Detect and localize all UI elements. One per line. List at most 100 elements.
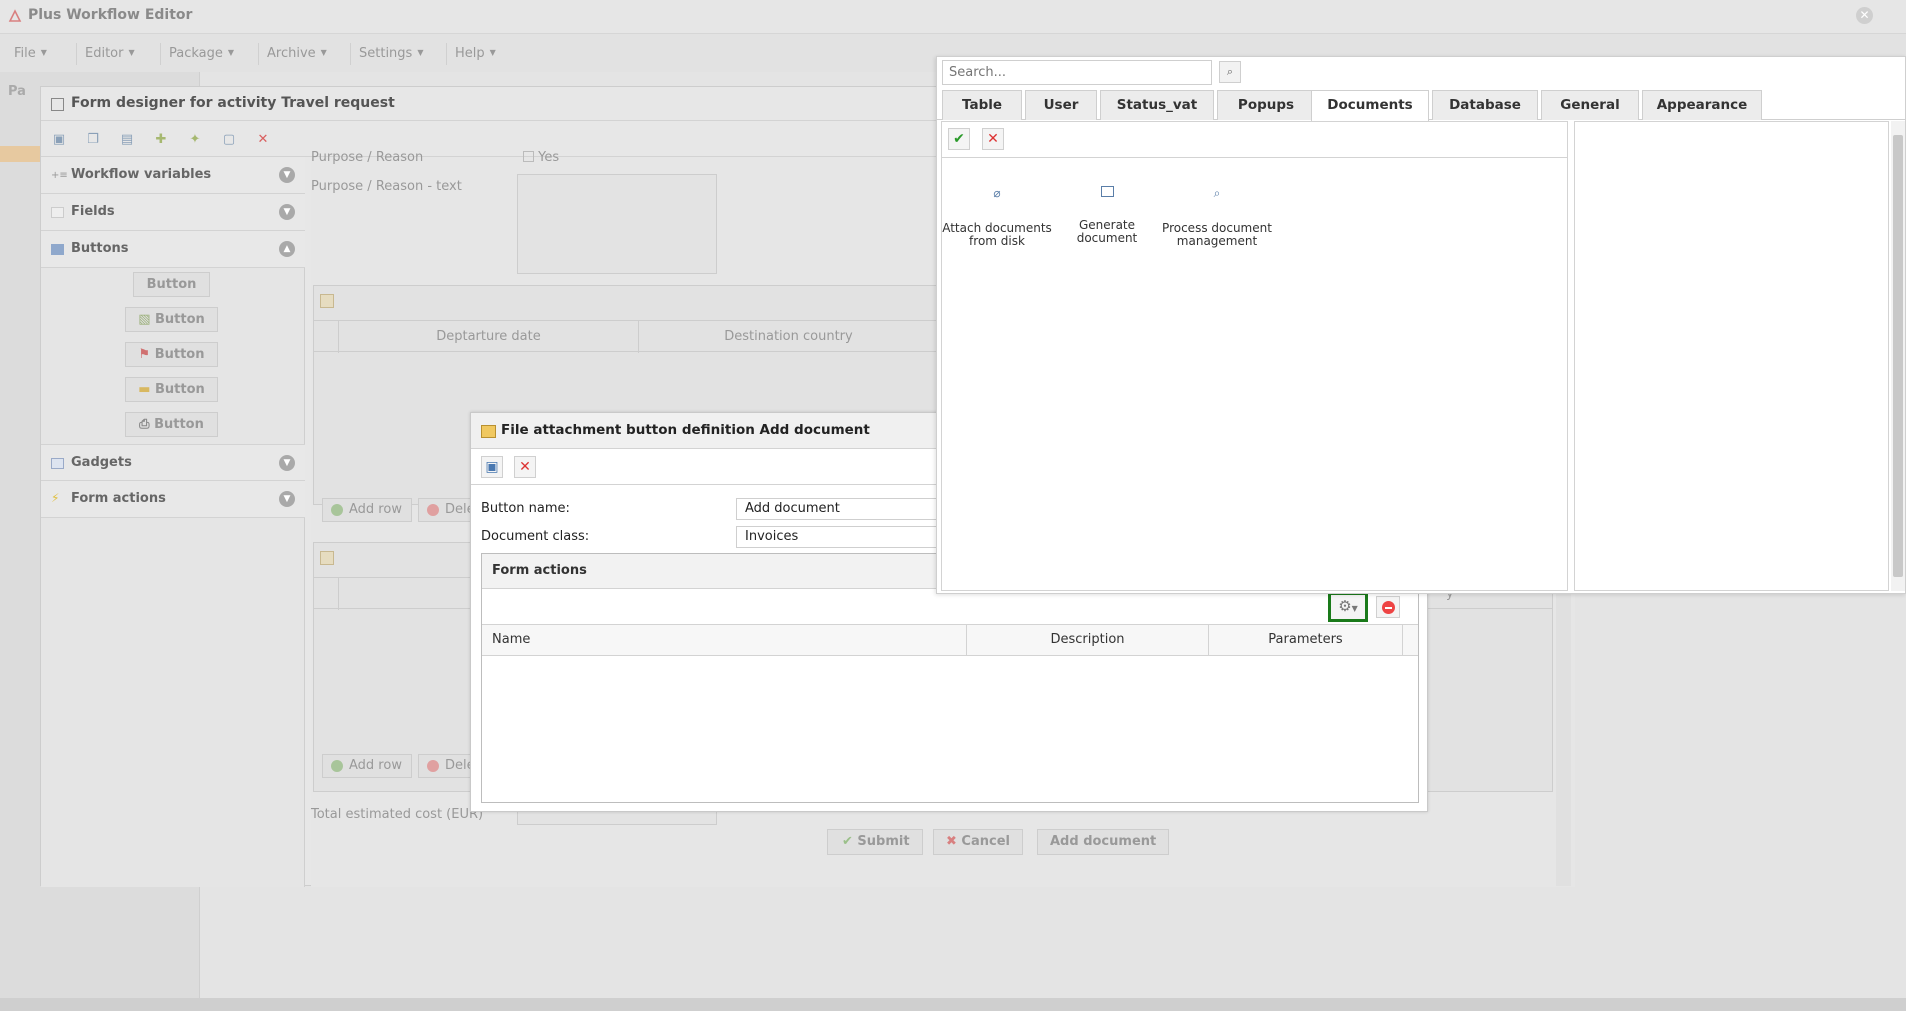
chevron-up-icon: ▲ (279, 241, 295, 257)
submit-button[interactable]: ✔ Submit (827, 829, 923, 855)
app-title: Plus Workflow Editor (28, 7, 193, 23)
caret-down-icon: ▼ (320, 48, 327, 57)
grid-edit-icon[interactable] (320, 551, 334, 565)
col-destination-country[interactable]: Destination country (638, 321, 938, 353)
print-icon: ⎙ (139, 417, 155, 432)
menu-package[interactable]: Package ▼ (160, 43, 242, 65)
check-circle-icon: ✔ (842, 834, 858, 849)
template-icon[interactable]: ▤ (117, 130, 137, 150)
col-name[interactable]: Name (482, 625, 967, 656)
close-icon[interactable]: ✕ (253, 130, 273, 150)
check-icon[interactable]: ✔ (948, 128, 970, 150)
caret-down-icon: ▼ (417, 48, 424, 57)
search-icon[interactable]: ⌕ (1219, 61, 1241, 83)
tab-documents[interactable]: Documents (1311, 90, 1429, 121)
tab-database[interactable]: Database (1432, 90, 1538, 120)
folder-icon (481, 425, 496, 438)
close-icon[interactable]: ✕ (514, 456, 536, 478)
tab-user[interactable]: User (1025, 90, 1097, 120)
grid-edit-icon[interactable] (320, 294, 334, 308)
pdf-icon: ⚑ (138, 347, 155, 362)
add-document-button[interactable]: Add document (1037, 829, 1170, 855)
accordion-gadgets[interactable]: Gadgets ▼ (41, 444, 305, 481)
tab-appearance[interactable]: Appearance (1642, 90, 1762, 120)
import-icon[interactable]: ✦ (185, 130, 205, 150)
gadget-attach-documents[interactable]: ⌀ Attach documents from disk (942, 186, 1052, 248)
form-actions-title: Form actions (492, 563, 587, 578)
dialog-title: File attachment button definition Add do… (501, 422, 870, 438)
tab-general[interactable]: General (1541, 90, 1639, 120)
save-icon[interactable]: ▣ (49, 130, 69, 150)
menu-archive[interactable]: Archive ▼ (258, 43, 335, 65)
tab-table[interactable]: Table (942, 90, 1022, 120)
horizontal-scrollbar[interactable] (0, 998, 1906, 1011)
menu-settings[interactable]: Settings ▼ (350, 43, 431, 65)
caret-down-icon: ▼ (40, 48, 47, 57)
toolbox-button-attach[interactable]: ▬ Button (125, 377, 218, 402)
picker-scrollbar[interactable] (1891, 121, 1905, 591)
caret-down-icon: ▼ (1351, 604, 1358, 613)
caret-down-icon: ▼ (489, 48, 496, 57)
menu-editor[interactable]: Editor ▼ (76, 43, 143, 65)
tab-popups[interactable]: Popups (1217, 90, 1315, 120)
toolbox-button-print[interactable]: ⎙ Button (125, 412, 218, 437)
window-close-icon[interactable]: ✕ (1856, 7, 1873, 24)
gadget-process-document-management[interactable]: ⌕ Process document management (1162, 186, 1272, 248)
magnifier-icon: ⌕ (1213, 186, 1221, 200)
cancel-button[interactable]: ✖ Cancel (933, 829, 1023, 855)
toolbox-accordion: +≡ Workflow variables ▼ Fields ▼ Buttons… (41, 157, 305, 887)
form-designer-title: Form designer for activity Travel reques… (71, 95, 395, 111)
chevron-down-icon: ▼ (279, 455, 295, 471)
cancel-circle-icon: ✖ (946, 834, 962, 849)
remove-action-button[interactable] (1376, 596, 1400, 618)
folder-icon: ▬ (138, 382, 156, 397)
yes-checkbox-label[interactable]: Yes (523, 150, 559, 165)
add-row-button[interactable]: Add row (322, 498, 412, 522)
accordion-form-actions[interactable]: ⚡ Form actions ▼ (41, 481, 305, 518)
menu-help[interactable]: Help ▼ (446, 43, 504, 65)
purpose-reason-text-label: Purpose / Reason - text (311, 179, 462, 194)
button-name-label: Button name: (481, 501, 570, 516)
accordion-workflow-variables[interactable]: +≡ Workflow variables ▼ (41, 157, 305, 194)
menu-file[interactable]: File ▼ (6, 43, 55, 65)
gadget-picker-popup: ⌕ Table User Status_vat Popups Documents… (936, 56, 1906, 594)
gadget-generate-document[interactable]: Generate document (1052, 186, 1162, 245)
save-icon[interactable]: ▣ (481, 456, 503, 478)
app-logo-icon (8, 9, 22, 23)
delete-icon (427, 760, 439, 772)
search-input[interactable] (942, 60, 1212, 85)
col-description[interactable]: Description (967, 625, 1209, 656)
toolbox-button-upload[interactable]: ▧ Button (125, 307, 218, 332)
purpose-reason-label: Purpose / Reason (311, 150, 424, 165)
toolbox-button-plain[interactable]: Button (133, 272, 210, 297)
accordion-buttons[interactable]: Buttons ▲ (41, 231, 305, 268)
add-icon[interactable]: ✚ (151, 130, 171, 150)
gadgets-icon (51, 458, 64, 469)
copy-icon[interactable]: ❐ (83, 130, 103, 150)
scrollbar-thumb[interactable] (1893, 135, 1903, 577)
lightning-icon: ⚡ (51, 491, 60, 505)
col-departure-date[interactable]: Deptarture date (338, 321, 638, 353)
accordion-fields[interactable]: Fields ▼ (41, 194, 305, 231)
tree-item[interactable]: Pa (8, 84, 26, 99)
gadget-preview-panel (1574, 121, 1889, 591)
preview-icon[interactable]: ▢ (219, 130, 239, 150)
col-parameters[interactable]: Parameters (1209, 625, 1403, 656)
gear-dropdown-button[interactable]: ⚙▼ (1328, 592, 1368, 622)
add-row-button[interactable]: Add row (322, 754, 412, 778)
tab-status-vat[interactable]: Status_vat (1100, 90, 1214, 120)
toolbox-button-pdf[interactable]: ⚑ Button (125, 342, 218, 367)
caret-down-icon: ▼ (227, 48, 235, 57)
gear-icon: ⚙ (1338, 597, 1352, 615)
gadget-list-toolbar: ✔ ✕ (942, 122, 1567, 158)
form-actions-toolbar: ⚙▼ (482, 589, 1418, 625)
purpose-reason-textarea[interactable] (517, 174, 717, 274)
document-class-label: Document class: (481, 529, 590, 544)
variables-icon: +≡ (51, 170, 68, 181)
form-actions-columns: Name Description Parameters (482, 625, 1418, 656)
delete-icon (427, 504, 439, 516)
button-icon (51, 244, 64, 255)
close-icon[interactable]: ✕ (982, 128, 1004, 150)
chevron-down-icon: ▼ (279, 491, 295, 507)
checkbox-icon (523, 151, 534, 162)
